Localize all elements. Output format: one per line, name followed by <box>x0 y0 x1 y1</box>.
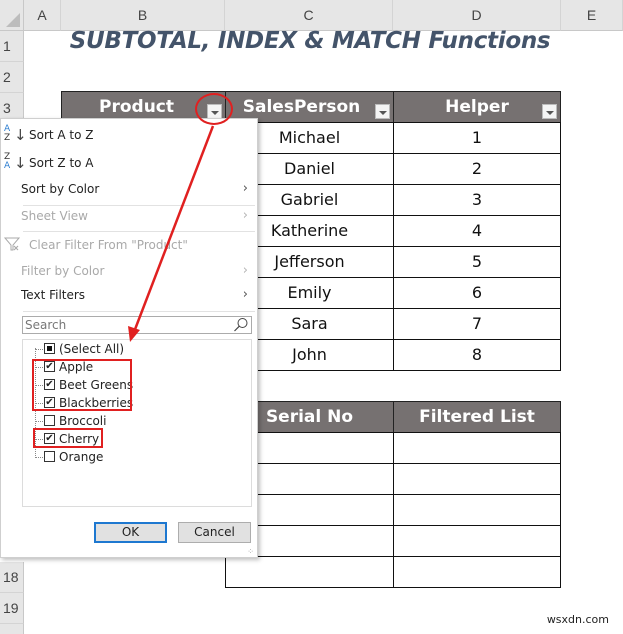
watermark: wsxdn.com <box>546 613 609 626</box>
annotation-arrow <box>128 125 215 342</box>
annotation-box-cherry <box>33 428 103 448</box>
annotation-box-selected <box>32 359 132 411</box>
